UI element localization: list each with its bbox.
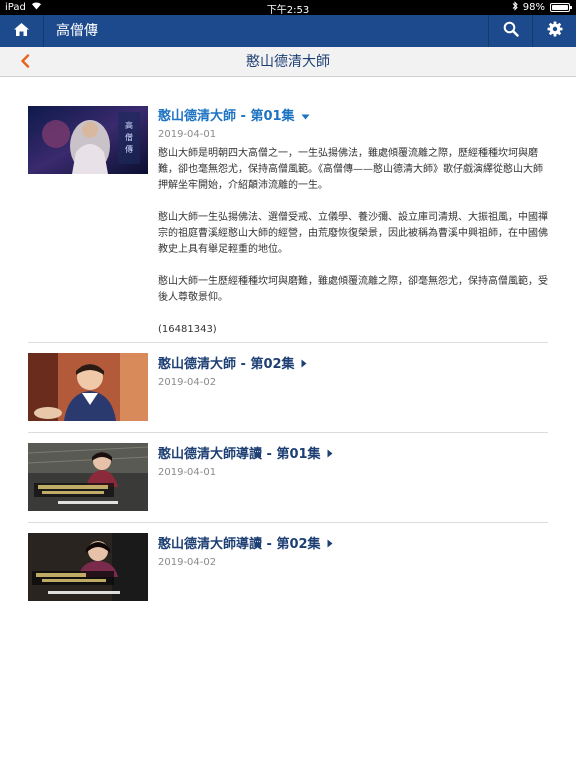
episode-description: 憨山大師是明朝四大高僧之一，一生弘揚佛法，雖處傾覆流離之際，歷經種種坎坷與磨難，…	[158, 146, 548, 338]
page-title: 憨山德清大師	[246, 54, 330, 70]
app-title: 高僧傳	[56, 23, 98, 39]
caret-right-icon[interactable]	[327, 533, 333, 552]
episode-list: 高 僧 傳 憨山德清大師 - 第01集 2019-04-01 憨山大師是明朝四大…	[0, 95, 576, 613]
search-icon	[503, 21, 519, 41]
battery-percent: 98%	[522, 2, 545, 13]
caret-down-icon[interactable]	[301, 105, 310, 124]
svg-text:僧: 僧	[125, 132, 133, 142]
status-time: 下午2:53	[266, 5, 310, 16]
top-navbar: 高僧傳	[0, 15, 576, 47]
bluetooth-icon	[512, 1, 518, 14]
episode-title[interactable]: 憨山德清大師導讀 - 第02集	[158, 533, 321, 552]
battery-icon	[550, 3, 572, 12]
svg-text:高: 高	[125, 120, 133, 130]
home-button[interactable]	[0, 15, 44, 47]
home-icon	[13, 22, 30, 41]
episode-item[interactable]: 高 僧 傳 憨山德清大師 - 第01集 2019-04-01 憨山大師是明朝四大…	[28, 95, 548, 343]
settings-button[interactable]	[532, 15, 576, 47]
svg-text:傳: 傳	[125, 144, 133, 154]
description-paragraph: 憨山大師一生歷經種種坎坷與磨難，雖處傾覆流離之際，卻毫無怨尤，保持高僧風範，受後…	[158, 276, 548, 303]
episode-date: 2019-04-01	[158, 129, 217, 140]
episode-item[interactable]: 憨山德清大師 - 第02集 2019-04-02	[28, 343, 548, 433]
page-header: 憨山德清大師	[0, 47, 576, 77]
episode-title[interactable]: 憨山德清大師 - 第02集	[158, 353, 295, 372]
search-button[interactable]	[488, 15, 532, 47]
description-paragraph: 憨山大師是明朝四大高僧之一，一生弘揚佛法，雖處傾覆流離之際，歷經種種坎坷與磨難，…	[158, 148, 543, 191]
description-paragraph: 憨山大師一生弘揚佛法、選僧受戒、立儀學、養沙彌、設立庫司清規、大振祖風，中國禪宗…	[158, 212, 548, 255]
episode-date: 2019-04-02	[158, 377, 217, 388]
caret-right-icon[interactable]	[327, 443, 333, 462]
episode-thumbnail[interactable]	[28, 533, 148, 601]
episode-thumbnail[interactable]	[28, 443, 148, 511]
episode-thumbnail[interactable]	[28, 353, 148, 421]
episode-item[interactable]: 憨山德清大師導讀 - 第02集 2019-04-02	[28, 523, 548, 613]
caret-right-icon[interactable]	[301, 353, 307, 372]
status-bar: iPad 下午2:53 98%	[0, 0, 576, 16]
episode-date: 2019-04-01	[158, 467, 217, 478]
episode-code: (16481343)	[158, 324, 217, 335]
gear-icon	[547, 21, 563, 41]
episode-date: 2019-04-02	[158, 557, 217, 568]
episode-item[interactable]: 憨山德清大師導讀 - 第01集 2019-04-01	[28, 433, 548, 523]
episode-thumbnail[interactable]: 高 僧 傳	[28, 106, 148, 174]
episode-title[interactable]: 憨山德清大師 - 第01集	[158, 105, 295, 124]
episode-title[interactable]: 憨山德清大師導讀 - 第01集	[158, 443, 321, 462]
